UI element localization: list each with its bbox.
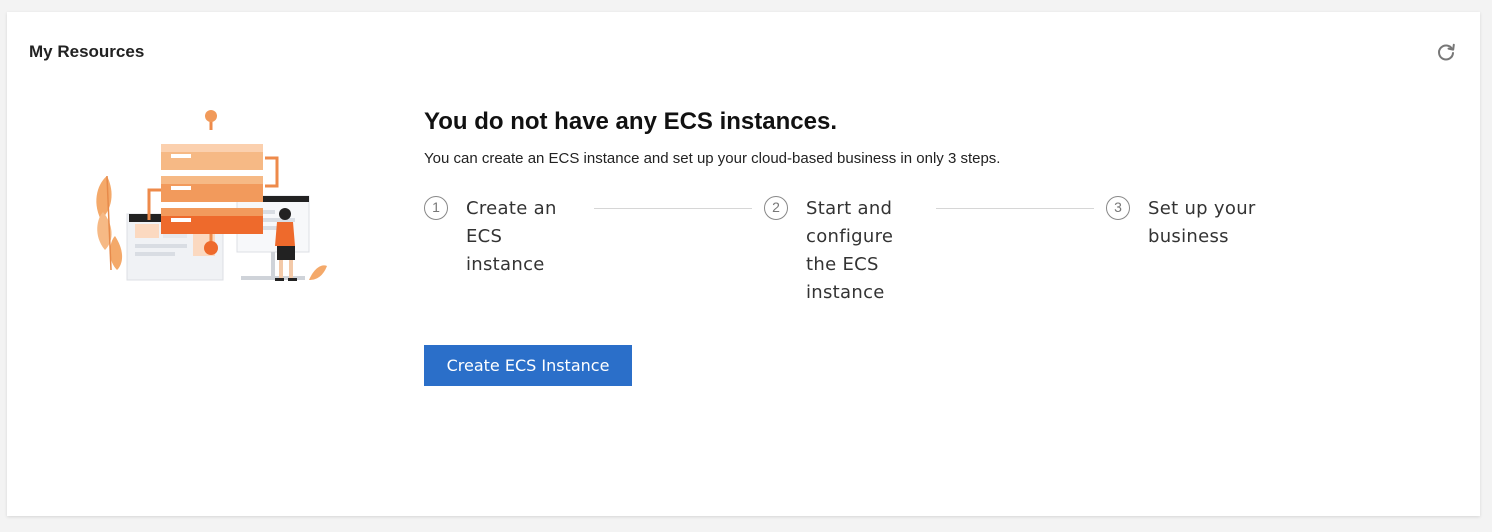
my-resources-panel: My Resources You do not have any ECS ins… [7,12,1480,516]
step-3-number: 3 [1106,196,1130,220]
step-1-number: 1 [424,196,448,220]
step-2-number: 2 [764,196,788,220]
server-person-illustration [89,110,329,290]
empty-state-description: You can create an ECS instance and set u… [424,150,1001,167]
refresh-icon[interactable] [1435,41,1457,63]
panel-title: My Resources [29,42,145,61]
step-2-label: Start and configure the ECS instance [806,198,894,303]
step-1-label: Create an ECS instance [466,198,557,275]
empty-state-headline: You do not have any ECS instances. [424,108,837,135]
step-connector-1 [594,208,752,209]
step-connector-2 [936,208,1094,209]
create-ecs-instance-button[interactable]: Create ECS Instance [424,345,632,386]
step-3-label: Set up your business [1148,198,1256,247]
